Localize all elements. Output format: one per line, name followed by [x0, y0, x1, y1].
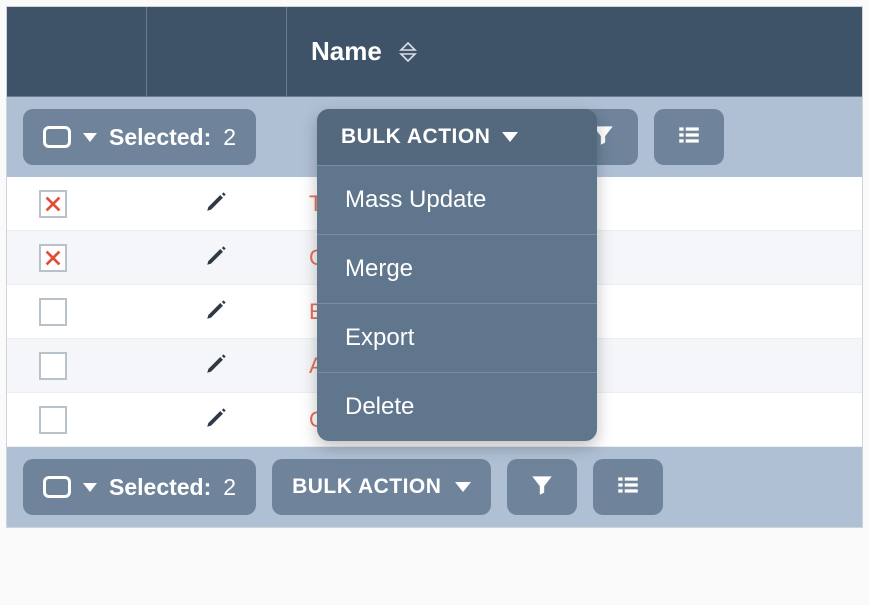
select-all-checkbox-icon: [43, 476, 71, 498]
row-checkbox[interactable]: [39, 244, 67, 272]
row-checkbox[interactable]: [39, 406, 67, 434]
caret-down-icon: [455, 482, 471, 492]
bulk-action-button[interactable]: Bulk Action: [317, 109, 597, 166]
select-all-checkbox-icon: [43, 126, 71, 148]
column-header-select: [7, 7, 147, 96]
bulk-action-label: Bulk Action: [292, 475, 441, 499]
caret-down-icon: [502, 132, 518, 142]
caret-down-icon: [83, 133, 97, 142]
selected-label: Selected:: [109, 124, 211, 151]
bulk-action-dropdown: Bulk Action Mass Update Merge Export Del…: [317, 109, 597, 441]
bulk-action-label: Bulk Action: [341, 125, 490, 149]
list-icon: [615, 472, 641, 503]
columns-button[interactable]: [654, 109, 724, 165]
column-header-edit: [147, 7, 287, 96]
caret-down-icon: [83, 483, 97, 492]
row-checkbox[interactable]: [39, 190, 67, 218]
menu-item-mass-update[interactable]: Mass Update: [317, 166, 597, 235]
edit-icon[interactable]: [204, 404, 230, 435]
column-header-name-label: Name: [311, 36, 382, 67]
edit-icon[interactable]: [204, 296, 230, 327]
selected-indicator[interactable]: Selected: 2: [23, 459, 256, 515]
list-icon: [676, 122, 702, 153]
toolbar-top: Selected:2 Bulk Action Mass Update Merge…: [7, 97, 862, 177]
menu-item-merge[interactable]: Merge: [317, 235, 597, 304]
filter-button[interactable]: [507, 459, 577, 515]
edit-icon[interactable]: [204, 188, 230, 219]
funnel-icon: [529, 472, 555, 503]
selected-label: Selected:: [109, 474, 211, 501]
selected-count: 2: [223, 474, 236, 501]
toolbar-bottom: Selected: 2 Bulk Action: [7, 447, 862, 527]
edit-icon[interactable]: [204, 350, 230, 381]
columns-button[interactable]: [593, 459, 663, 515]
menu-item-export[interactable]: Export: [317, 304, 597, 373]
row-checkbox[interactable]: [39, 352, 67, 380]
menu-item-delete[interactable]: Delete: [317, 373, 597, 441]
row-checkbox[interactable]: [39, 298, 67, 326]
bulk-action-button[interactable]: Bulk Action: [272, 459, 491, 515]
edit-icon[interactable]: [204, 242, 230, 273]
selected-indicator[interactable]: Selected: 2: [23, 109, 256, 165]
column-header-name[interactable]: Name: [287, 7, 862, 96]
table-header: Name: [7, 7, 862, 97]
selected-count: 2: [223, 124, 236, 151]
sort-icon[interactable]: [396, 40, 420, 64]
data-table-panel: Name Selected: 2 Bulk Action: [6, 6, 863, 528]
